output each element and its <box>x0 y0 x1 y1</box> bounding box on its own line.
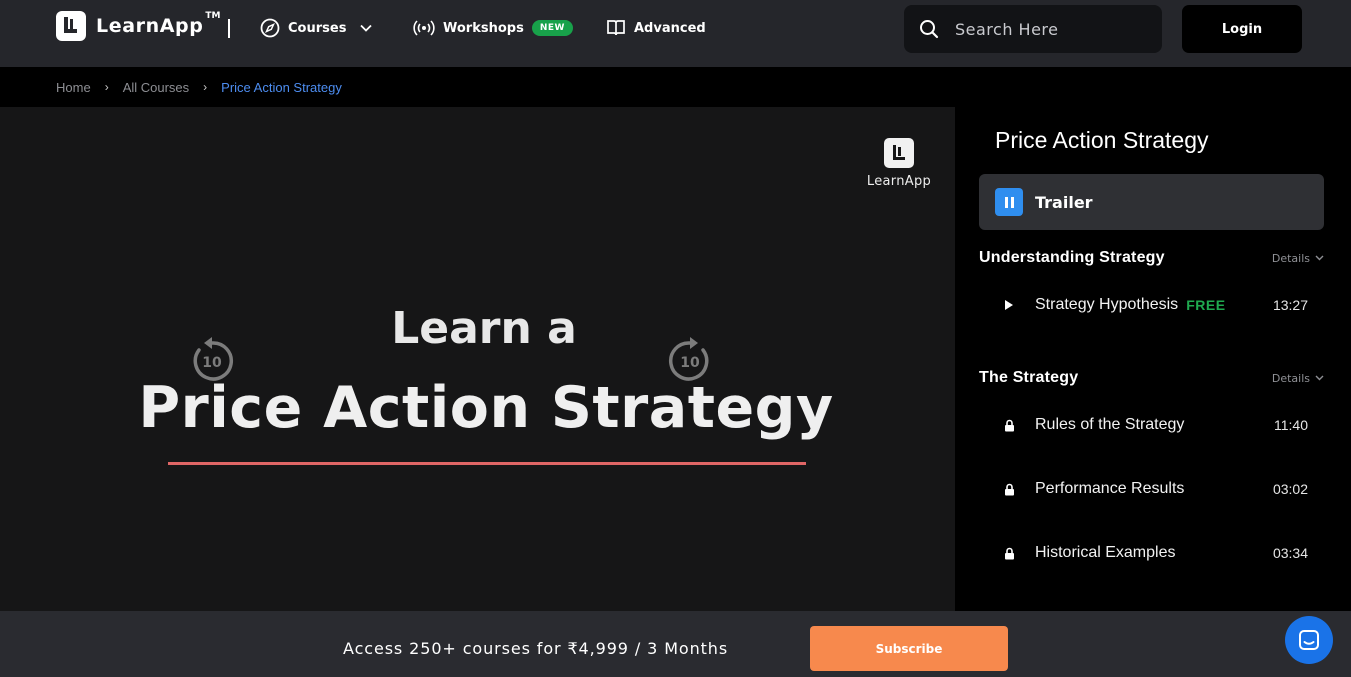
chevron-right-icon: › <box>203 80 208 94</box>
details-label: Details <box>1271 371 1310 385</box>
video-player[interactable]: LearnApp 10 10 Learn a Price Action Stra… <box>0 107 955 611</box>
breadcrumb-all-courses[interactable]: All Courses <box>123 80 189 95</box>
search-box[interactable] <box>904 5 1162 53</box>
lesson-item[interactable]: Strategy Hypothesis FREE 13:27 <box>1003 296 1308 314</box>
trailer-label: Trailer <box>1035 192 1093 212</box>
lock-icon <box>1003 483 1015 496</box>
search-icon <box>920 20 939 39</box>
chat-icon <box>1299 630 1319 650</box>
lesson-name: Rules of the Strategy <box>1035 416 1185 433</box>
course-title: Price Action Strategy <box>995 127 1209 153</box>
lock-icon <box>1003 419 1015 432</box>
nav-divider <box>228 19 230 38</box>
title-underline <box>168 462 806 465</box>
search-input[interactable] <box>955 19 1155 39</box>
nav-workshops-label: Workshops <box>443 20 524 36</box>
offer-text: Access 250+ courses for ₹4,999 / 3 Month… <box>343 639 729 658</box>
compass-icon <box>260 18 280 38</box>
section-header-understanding: Understanding Strategy Details <box>979 249 1324 267</box>
video-watermark-text: LearnApp <box>866 174 932 189</box>
lesson-duration: 13:27 <box>1272 297 1308 313</box>
details-label: Details <box>1271 251 1310 265</box>
lesson-name: Strategy Hypothesis <box>1035 296 1179 313</box>
lesson-item[interactable]: Performance Results 03:02 <box>1003 480 1308 498</box>
play-icon <box>1003 299 1015 311</box>
subscription-bar: Access 250+ courses for ₹4,999 / 3 Month… <box>0 611 1351 677</box>
nav-courses[interactable]: Courses <box>260 16 373 40</box>
breadcrumb-home[interactable]: Home <box>56 80 91 95</box>
lesson-name: Historical Examples <box>1035 544 1176 561</box>
section-title: Understanding Strategy <box>979 249 1165 266</box>
forward-seconds: 10 <box>680 355 700 371</box>
learnapp-logo-icon <box>884 138 914 168</box>
rewind-seconds: 10 <box>202 355 222 371</box>
trailer-item[interactable]: Trailer <box>979 174 1324 230</box>
breadcrumb: Home › All Courses › Price Action Strate… <box>0 67 1351 107</box>
lesson-duration: 03:34 <box>1272 545 1308 561</box>
subscribe-button[interactable]: Subscribe <box>810 626 1008 671</box>
brand-logo[interactable]: LearnApp TM <box>56 11 221 41</box>
breadcrumb-current[interactable]: Price Action Strategy <box>221 80 342 95</box>
course-sidebar: Price Action Strategy Trailer Understand… <box>955 107 1351 611</box>
section-title: The Strategy <box>979 369 1079 386</box>
chevron-down-icon <box>360 24 373 32</box>
learnapp-logo-icon <box>56 11 86 41</box>
lesson-duration: 11:40 <box>1274 417 1308 433</box>
broadcast-icon <box>413 20 435 36</box>
nav-advanced[interactable]: Advanced <box>606 16 706 40</box>
lesson-name: Performance Results <box>1035 480 1185 497</box>
nav-advanced-label: Advanced <box>634 20 706 36</box>
section-header-the-strategy: The Strategy Details <box>979 369 1324 387</box>
pause-icon[interactable] <box>995 188 1023 216</box>
top-navbar: LearnApp TM Courses Workshops NEW Advanc… <box>0 0 1351 67</box>
details-toggle[interactable]: Details <box>1272 252 1324 265</box>
lesson-duration: 03:02 <box>1272 481 1308 497</box>
trademark-mark: TM <box>205 11 221 21</box>
video-watermark: LearnApp <box>864 138 934 189</box>
lesson-item[interactable]: Historical Examples 03:34 <box>1003 544 1308 562</box>
free-badge: FREE <box>1186 297 1226 313</box>
lesson-item[interactable]: Rules of the Strategy 11:40 <box>1003 416 1308 434</box>
login-button[interactable]: Login <box>1182 5 1302 53</box>
chevron-down-icon <box>1315 255 1324 261</box>
chat-launcher[interactable] <box>1285 616 1333 664</box>
video-title-line2: Price Action Strategy <box>138 375 834 441</box>
book-icon <box>607 20 625 36</box>
new-badge: NEW <box>531 20 573 36</box>
video-title-line1: Learn a <box>391 303 577 354</box>
chevron-right-icon: › <box>104 80 109 94</box>
details-toggle[interactable]: Details <box>1272 372 1324 385</box>
nav-courses-label: Courses <box>288 20 347 36</box>
nav-workshops[interactable]: Workshops NEW <box>413 16 573 40</box>
lock-icon <box>1003 547 1015 560</box>
brand-name: LearnApp <box>96 15 204 37</box>
chevron-down-icon <box>1315 375 1324 381</box>
